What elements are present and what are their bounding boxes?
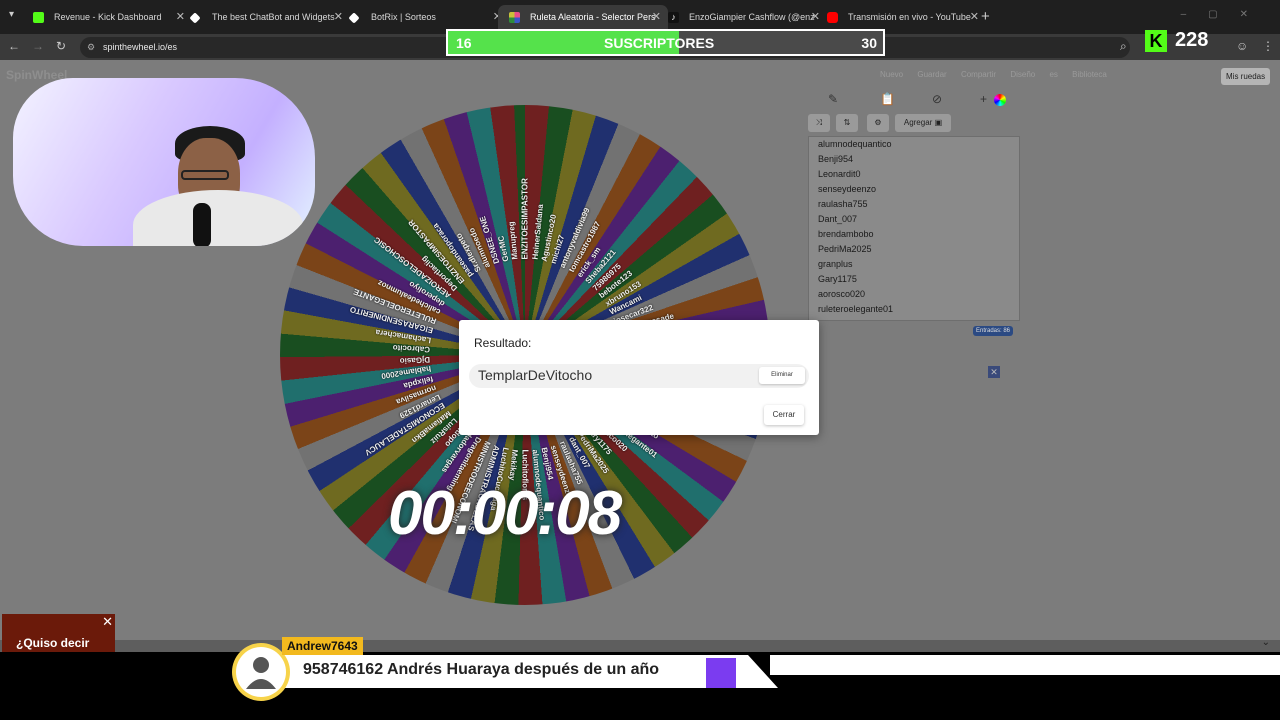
entry-item[interactable]: brendambobo	[809, 227, 1019, 242]
new-button[interactable]: Nuevo	[880, 70, 903, 79]
new-tab-button[interactable]: +	[981, 8, 990, 25]
subscriber-goal-bar: 16 SUSCRIPTORES 30	[446, 29, 885, 56]
entry-item[interactable]: granplus	[809, 257, 1019, 272]
entry-item[interactable]: ruleteroelegante01	[809, 302, 1019, 317]
popup-text: ¿Quiso decir	[16, 636, 90, 650]
tab-botrix[interactable]: BotRix | Sorteos ✕	[339, 5, 509, 32]
kick-favicon-icon	[33, 12, 44, 23]
close-dialog-button[interactable]: Cerrar	[764, 405, 804, 425]
entry-item[interactable]: Gary1175	[809, 272, 1019, 287]
library-button[interactable]: Biblioteca	[1072, 70, 1107, 79]
ticker-strip	[770, 655, 1280, 675]
winner-row: TemplarDeVitocho Eliminar	[469, 364, 809, 388]
tab-menu-icon[interactable]: ▾	[9, 9, 14, 20]
entry-item[interactable]: senseydeenzo	[809, 182, 1019, 197]
tab-kick-dashboard[interactable]: Revenue - Kick Dashboard ✕	[22, 5, 192, 32]
popup-overlay: ¿Quiso decir ✕	[2, 614, 115, 652]
diamond-favicon-icon	[189, 12, 201, 24]
forward-arrow-icon[interactable]: →	[32, 39, 44, 53]
winner-name: TemplarDeVitocho	[478, 367, 593, 383]
save-button[interactable]: Guardar	[917, 70, 946, 79]
close-icon[interactable]: ✕	[102, 614, 113, 630]
my-wheels-button[interactable]: Mis ruedas	[1221, 68, 1271, 85]
glasses	[181, 170, 229, 180]
user-avatar-icon	[236, 647, 286, 697]
viewer-count: 228	[1175, 29, 1209, 51]
remove-winner-button[interactable]: Eliminar	[759, 367, 805, 384]
tab-ruleta-aleatoria[interactable]: Ruleta Aleatoria - Selector Pers ✕	[498, 5, 668, 32]
horizontal-scroll-area[interactable]: ⌄	[0, 637, 1280, 652]
kick-viewer-counter: K 228	[1145, 29, 1220, 54]
tab-tiktok[interactable]: ♪ EnzoGiampier Cashflow (@enz ✕	[657, 5, 827, 32]
tab-title: Transmisión en vivo - YouTube	[848, 12, 971, 22]
diamond-favicon-icon	[348, 12, 360, 24]
eye-off-icon[interactable]: ⊘	[932, 92, 942, 106]
streamer-shirt	[133, 190, 303, 246]
emote-icon	[706, 658, 736, 688]
entry-item[interactable]: Benji954	[809, 152, 1019, 167]
settings-button[interactable]: ⚙	[867, 114, 889, 132]
tab-chatbot[interactable]: The best ChatBot and Widgets ✕	[180, 5, 350, 32]
back-arrow-icon[interactable]: ←	[8, 39, 20, 53]
pencil-icon[interactable]: ✎	[828, 92, 838, 106]
wheel-favicon-icon	[509, 12, 520, 23]
clipboard-icon[interactable]: 📋	[880, 92, 895, 106]
share-button[interactable]: Compartir	[961, 70, 996, 79]
tab-youtube[interactable]: Transmisión en vivo - YouTube ✕	[816, 5, 986, 32]
entry-item[interactable]: alumnodequantico	[809, 137, 1019, 152]
entries-textarea[interactable]: alumnodequantico Benji954 Leonardit0 sensey…	[808, 136, 1020, 321]
result-dialog: Resultado: TemplarDeVitocho Eliminar Cer…	[459, 320, 819, 435]
plus-icon[interactable]: +	[980, 92, 987, 106]
goal-current: 16	[456, 35, 472, 51]
entries-count-badge: Entradas: 86	[973, 326, 1014, 336]
countdown-timer: 00:00:08	[388, 479, 622, 548]
sort-icon: ⇅	[843, 118, 851, 127]
entry-item[interactable]: Dant_007	[809, 212, 1019, 227]
entry-item[interactable]: raulasha755	[809, 197, 1019, 212]
chat-message: 958746162 Andrés Huaraya después de un a…	[303, 661, 660, 678]
tab-title: EnzoGiampier Cashflow (@enz	[689, 12, 815, 22]
kick-logo-icon: K	[1145, 30, 1167, 52]
site-info-icon[interactable]: ⚙	[87, 37, 95, 58]
image-icon: ▣	[934, 118, 943, 127]
shuffle-icon: ⤨	[815, 118, 823, 127]
url-text: spinthewheel.io/es	[103, 42, 178, 52]
close-tab-icon[interactable]: ✕	[970, 5, 979, 29]
chat-username: Andrew7643	[282, 637, 363, 655]
tab-title: BotRix | Sorteos	[371, 12, 436, 22]
search-icon[interactable]: ⌕	[1120, 39, 1127, 54]
tab-title: The best ChatBot and Widgets	[212, 12, 335, 22]
wheel-segment-label: ENZITOESIMPASTOR	[520, 178, 530, 260]
add-image-button[interactable]: Agregar ▣	[895, 114, 951, 132]
gear-icon: ⚙	[874, 118, 882, 127]
youtube-favicon-icon	[827, 12, 838, 23]
tab-title: Revenue - Kick Dashboard	[54, 12, 162, 22]
tab-title: Ruleta Aleatoria - Selector Pers	[530, 12, 656, 22]
tiktok-favicon-icon: ♪	[668, 12, 679, 23]
webcam-overlay	[13, 78, 315, 246]
profile-icon[interactable]: ☺	[1236, 39, 1248, 53]
entries-panel: ✎ 📋 ⊘ + ⤨ ⇅ ⚙ Agregar ▣ alumnodequantico…	[808, 88, 1020, 338]
menu-dots-icon[interactable]: ⋮	[1262, 39, 1274, 53]
sort-button[interactable]: ⇅	[836, 114, 858, 132]
add-label: Agregar	[903, 118, 933, 127]
window-controls[interactable]: –▢✕	[1181, 9, 1270, 20]
shuffle-button[interactable]: ⤨	[808, 114, 830, 132]
goal-label: SUSCRIPTORES	[604, 35, 715, 51]
dialog-title: Resultado:	[474, 336, 532, 350]
site-toolbar: Nuevo Guardar Compartir Diseño es Biblio…	[880, 70, 1119, 79]
chevron-down-icon[interactable]: ⌄	[1262, 637, 1270, 648]
entry-item[interactable]: aorosco020	[809, 287, 1019, 302]
entry-item[interactable]: PedriMa2025	[809, 242, 1019, 257]
color-wheel-icon[interactable]	[994, 94, 1006, 106]
goal-target: 30	[861, 35, 877, 51]
close-icon[interactable]: ✕	[988, 366, 1000, 378]
design-button[interactable]: Diseño	[1010, 70, 1035, 79]
microphone-icon	[193, 203, 211, 246]
reload-icon[interactable]: ↻	[56, 39, 66, 53]
entry-item[interactable]: Leonardit0	[809, 167, 1019, 182]
wheel-segment-label: DjGasio	[399, 354, 431, 366]
language-selector[interactable]: es	[1049, 70, 1057, 79]
entries-toolbar: ✎ 📋 ⊘ + ⤨ ⇅ ⚙ Agregar ▣	[808, 88, 1020, 136]
